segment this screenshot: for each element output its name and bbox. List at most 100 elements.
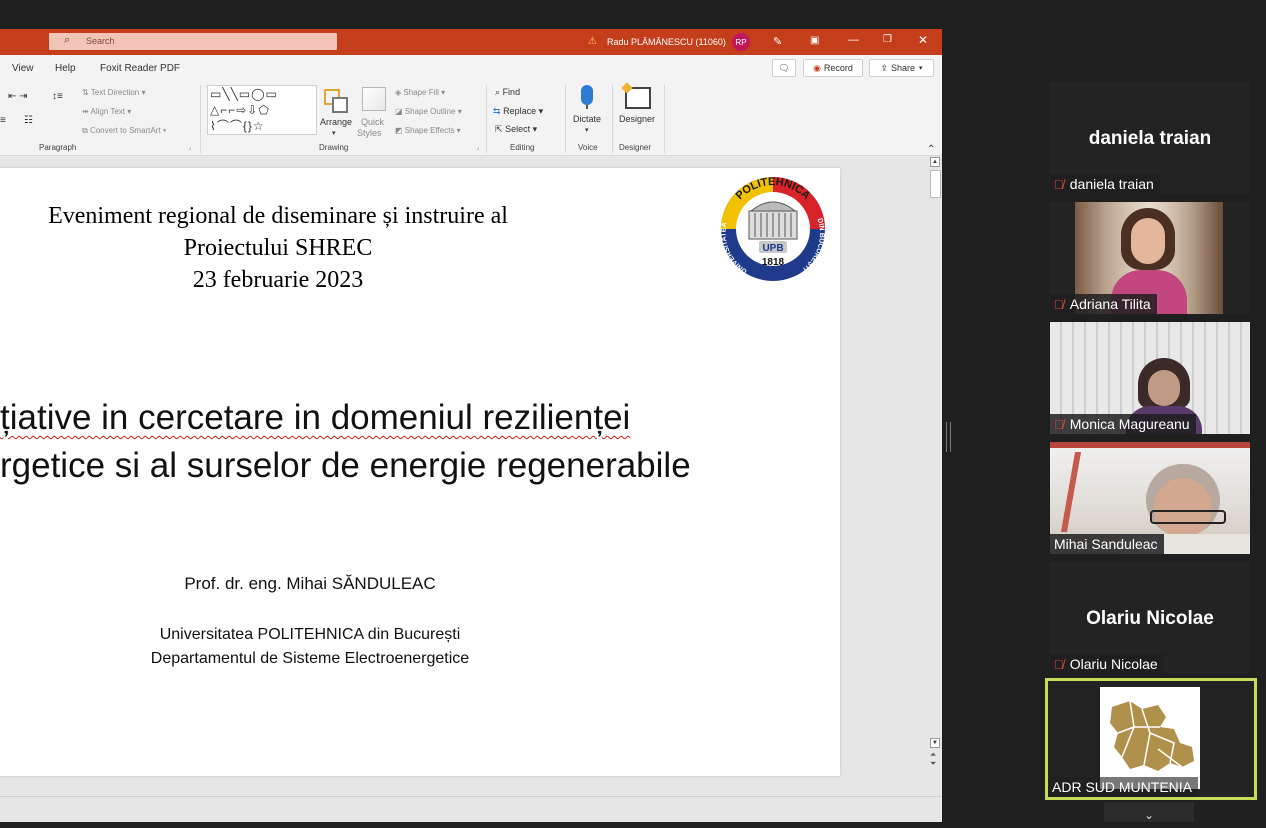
quick-styles-icon[interactable]	[362, 87, 386, 111]
slide-header[interactable]: Eveniment regional de diseminare și inst…	[0, 200, 556, 296]
tab-view[interactable]: View	[12, 63, 34, 74]
participant-label: 🎙̸ Adriana Tilita	[1050, 294, 1157, 314]
header-line-2: Proiectului SHREC	[183, 235, 373, 261]
participant-tile[interactable]: Olariu Nicolae 🎙̸ Olariu Nicolae	[1050, 562, 1250, 674]
slide-title[interactable]: țiative in cercetare in domeniul rezilie…	[0, 394, 840, 490]
align-text-button[interactable]: ⇹ Align Text ▾	[82, 107, 131, 116]
shape-effects-button[interactable]: ◩ Shape Effects ▾	[395, 126, 461, 135]
user-name: Radu PLĂMĂNESCU (11060)	[607, 37, 726, 47]
shape-outline-button[interactable]: ◪ Shape Outline ▾	[395, 107, 462, 116]
participant-tile[interactable]: daniela traian 🎙̸ daniela traian	[1050, 82, 1250, 194]
muted-microphone-icon: 🎙̸	[1054, 176, 1064, 192]
find-icon: ⌕	[495, 87, 501, 97]
muted-microphone-icon: 🎙̸	[1054, 416, 1064, 432]
participant-display-name: daniela traian	[1088, 128, 1212, 149]
select-button[interactable]: ⇱ Select ▾	[495, 124, 537, 135]
microphone-icon[interactable]	[581, 85, 593, 105]
collapse-ribbon-icon[interactable]: ⌃	[927, 144, 935, 155]
arrange-icon[interactable]	[324, 89, 348, 113]
record-button[interactable]: ◉ Record	[803, 59, 863, 77]
share-button[interactable]: ⇪ Share ▾	[869, 59, 934, 77]
slide-affiliation[interactable]: Universitatea POLITEHNICA din București …	[0, 623, 620, 671]
adr-logo	[1100, 687, 1200, 789]
participant-tile-active-speaker[interactable]: ADR SUD MUNTENIA	[1045, 678, 1257, 800]
previous-slide-icon[interactable]: ⏶ ⏷	[930, 750, 936, 768]
dialog-launcher-icon[interactable]: ⌟	[476, 143, 479, 151]
arrange-button[interactable]: Arrange	[320, 117, 352, 127]
dictate-button[interactable]: Dictate	[573, 114, 601, 124]
shapes-gallery[interactable]: ▭╲╲▭◯▭ △⌐⌐⇨⇩⬠ ⌇⌒⌒{}☆	[207, 85, 317, 135]
shape-fill-button[interactable]: ◈ Shape Fill ▾	[395, 88, 445, 97]
indent-icons[interactable]: ⇤ ⇥	[8, 91, 28, 102]
avatar[interactable]: RP	[732, 33, 750, 51]
convert-smartart-button[interactable]: ⧉ Convert to SmartArt ▾	[82, 126, 166, 136]
text-direction-button[interactable]: ⇅ Text Direction ▾	[82, 88, 146, 97]
close-icon[interactable]: ✕	[918, 33, 928, 47]
ribbon-display-icon[interactable]: ▣	[810, 35, 819, 46]
record-label: Record	[823, 63, 853, 73]
panel-resize-handle[interactable]	[946, 422, 951, 452]
powerpoint-window: ⌕ Search ⚠ Radu PLĂMĂNESCU (11060) RP ✎ …	[0, 29, 942, 822]
cursor-icon: ⇱	[495, 124, 503, 134]
group-label-voice: Voice	[578, 143, 598, 152]
participant-tile-video[interactable]: Mihai Sanduleac	[1050, 442, 1250, 554]
ribbon-tabs: View Help Foxit Reader PDF 🗨 ◉ Record ⇪ …	[0, 55, 942, 81]
search-input[interactable]: ⌕ Search	[49, 33, 337, 50]
restore-icon[interactable]: ❐	[883, 34, 892, 45]
pen-icon[interactable]: ✎	[773, 35, 782, 48]
header-line-1: Eveniment regional de diseminare și inst…	[48, 203, 508, 229]
designer-icon[interactable]	[621, 82, 651, 109]
designer-button[interactable]: Designer	[619, 114, 655, 124]
replace-button[interactable]: ⇆ Replace ▾	[493, 106, 543, 117]
participant-tile-video[interactable]: 🎙̸ Adriana Tilita	[1050, 202, 1250, 314]
line-spacing-icon[interactable]: ↕≡	[52, 91, 63, 102]
participant-label: 🎙̸ Olariu Nicolae	[1050, 654, 1164, 674]
search-icon: ⌕	[64, 34, 71, 46]
participant-label: 🎙̸ daniela traian	[1050, 174, 1160, 194]
title-line-1-text: țiative in cercetare in domeniul rezilie…	[0, 398, 631, 437]
comments-button[interactable]: 🗨	[772, 59, 796, 77]
dialog-launcher-icon[interactable]: ⌟	[188, 143, 191, 151]
comment-icon: 🗨	[778, 62, 790, 73]
scroll-down-participants[interactable]: ⌄	[1104, 802, 1194, 822]
group-label-drawing: Drawing	[319, 143, 349, 152]
search-placeholder: Search	[86, 36, 115, 46]
replace-icon: ⇆	[493, 106, 501, 116]
quick-styles-label-1[interactable]: Quick	[361, 117, 384, 127]
scroll-down-icon[interactable]: ▼	[930, 738, 940, 748]
logo-text-center: UPB	[762, 243, 783, 254]
participant-label: Mihai Sanduleac	[1050, 534, 1164, 554]
slide[interactable]: Eveniment regional de diseminare și inst…	[0, 168, 840, 776]
align-icon[interactable]: ≡	[0, 115, 6, 126]
share-icon: ⇪	[880, 62, 888, 73]
warning-icon: ⚠	[588, 36, 597, 47]
microphone-stand-icon	[586, 105, 588, 109]
find-button[interactable]: ⌕ Find	[495, 87, 520, 98]
group-label-editing: Editing	[510, 143, 535, 152]
ribbon: ⇤ ⇥ ↕≡ ≡ ☷ ⇅ Text Direction ▾ ⇹ Align Te…	[0, 81, 942, 156]
title-line-1: țiative in cercetare in domeniul rezilie…	[0, 394, 840, 442]
participant-label: ADR SUD MUNTENIA	[1048, 777, 1199, 797]
divider	[565, 85, 566, 153]
columns-icon[interactable]: ☷	[24, 115, 33, 126]
tab-foxit[interactable]: Foxit Reader PDF	[100, 63, 180, 74]
scroll-up-icon[interactable]: ▲	[930, 157, 940, 167]
title-line-2: rgetice si al surselor de energie regene…	[0, 446, 691, 485]
slide-author[interactable]: Prof. dr. eng. Mihai SĂNDULEAC	[0, 574, 620, 594]
logo-text-year: 1818	[762, 257, 785, 268]
muted-microphone-icon: 🎙̸	[1054, 656, 1064, 672]
share-label: Share	[891, 63, 916, 73]
upb-logo: POLITEHNICA UNIVERSITATEA DIN BUCUREȘTI …	[707, 171, 837, 283]
divider	[612, 85, 613, 153]
affiliation-line-1: Universitatea POLITEHNICA din București	[159, 626, 461, 643]
vertical-scrollbar[interactable]: ▲ ▼ ⏶ ⏷	[928, 156, 942, 796]
scrollbar-thumb[interactable]	[930, 170, 941, 198]
chevron-down-icon: ▾	[332, 130, 336, 137]
participant-tile-video[interactable]: 🎙̸ Monica Magureanu	[1050, 322, 1250, 434]
tab-help[interactable]: Help	[55, 63, 76, 74]
quick-styles-label-2[interactable]: Styles	[357, 128, 382, 138]
minimize-icon[interactable]: —	[848, 34, 859, 46]
chevron-down-icon: ▾	[919, 65, 923, 72]
chevron-down-icon: ⌄	[1143, 808, 1155, 822]
affiliation-line-2: Departamentul de Sisteme Electroenergeti…	[150, 650, 470, 667]
